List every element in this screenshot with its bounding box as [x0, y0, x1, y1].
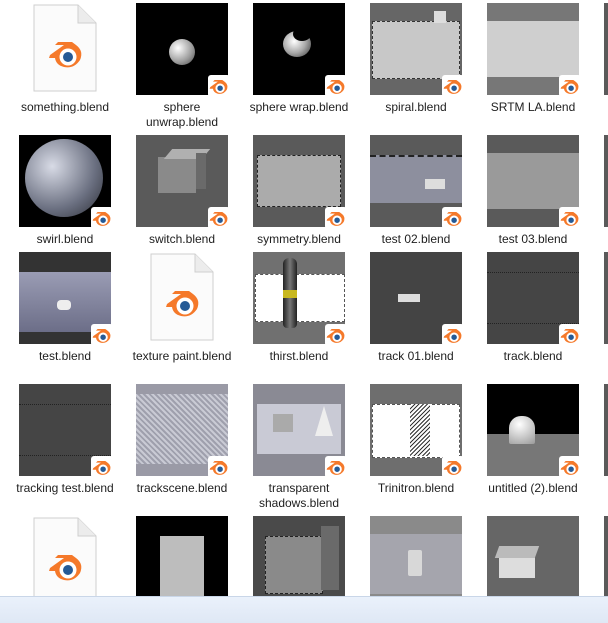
thumbnail[interactable]: [136, 3, 228, 95]
blender-badge-icon: [91, 324, 111, 344]
file-name: sphere unwrap.blend: [145, 100, 219, 129]
thumbnail[interactable]: [253, 384, 345, 476]
thumbnail[interactable]: [19, 135, 111, 227]
thumbnail-partial: [604, 252, 608, 344]
blender-logo-icon: [560, 328, 579, 343]
thumbnail[interactable]: [370, 3, 462, 95]
blender-logo-icon: [326, 211, 345, 226]
file-name: thirst.blend: [269, 349, 329, 363]
thumbnail-partial: [604, 516, 608, 608]
blender-logo-icon: [326, 460, 345, 475]
thumbnail-partial: [604, 135, 608, 227]
blender-badge-icon: [559, 324, 579, 344]
file-name: test 03.blend: [498, 232, 568, 246]
file-name: something.blend: [20, 100, 110, 114]
file-name: texture paint.blend: [132, 349, 232, 363]
thumbnail[interactable]: [370, 384, 462, 476]
blender-badge-icon: [325, 207, 345, 227]
blend-document-icon: [143, 252, 219, 344]
file-name: track 01.blend: [378, 349, 454, 363]
blender-badge-icon: [559, 75, 579, 95]
file-name: test.blend: [38, 349, 92, 363]
file-name: Trinitron.blend: [377, 481, 455, 495]
blender-badge-icon: [442, 207, 462, 227]
blender-badge-icon: [442, 75, 462, 95]
file-name: symmetry.blend: [257, 232, 341, 246]
blender-badge-icon: [208, 207, 228, 227]
thumbnail[interactable]: [136, 516, 228, 608]
blender-logo-icon: [560, 79, 579, 94]
file-name: test 02.blend: [381, 232, 451, 246]
blender-badge-icon: [208, 456, 228, 476]
thumbnail-partial: [604, 3, 608, 95]
thumbnail[interactable]: [370, 252, 462, 344]
blender-badge-icon: [442, 324, 462, 344]
blender-logo-icon: [443, 460, 462, 475]
thumbnail[interactable]: [253, 516, 345, 608]
blender-logo-icon: [49, 42, 82, 68]
file-name: switch.blend: [148, 232, 216, 246]
blend-document-icon: [26, 3, 102, 95]
thumbnail[interactable]: [253, 3, 345, 95]
blender-logo-icon: [326, 328, 345, 343]
blender-logo-icon: [166, 291, 199, 317]
blender-logo-icon: [92, 211, 111, 226]
thumbnail[interactable]: [19, 384, 111, 476]
blender-logo-icon: [560, 211, 579, 226]
blender-logo-icon: [443, 79, 462, 94]
file-name: track.blend: [503, 349, 563, 363]
blender-badge-icon: [325, 324, 345, 344]
thumbnail[interactable]: [253, 252, 345, 344]
thumbnail[interactable]: [487, 252, 579, 344]
blender-logo-icon: [443, 211, 462, 226]
blender-badge-icon: [208, 75, 228, 95]
blender-logo-icon: [326, 79, 345, 94]
blender-logo-icon: [92, 460, 111, 475]
file-name: tracking test.blend: [16, 481, 114, 495]
thumbnail[interactable]: [487, 3, 579, 95]
blender-badge-icon: [559, 207, 579, 227]
thumbnail[interactable]: [19, 252, 111, 344]
thumbnail[interactable]: [136, 135, 228, 227]
blender-logo-icon: [560, 460, 579, 475]
blend-document-icon: [26, 516, 102, 608]
blender-badge-icon: [325, 75, 345, 95]
thumbnail[interactable]: [370, 135, 462, 227]
blender-badge-icon: [442, 456, 462, 476]
file-name: transparent shadows.blend: [258, 481, 340, 510]
file-name: swirl.blend: [36, 232, 94, 246]
blender-logo-icon: [209, 460, 228, 475]
thumbnail-partial: [604, 384, 608, 476]
thumbnail[interactable]: [136, 384, 228, 476]
thumbnail[interactable]: [370, 516, 462, 608]
blender-logo-icon: [209, 211, 228, 226]
thumbnail[interactable]: [487, 516, 579, 608]
thumbnail[interactable]: [487, 384, 579, 476]
thumbnail[interactable]: [487, 135, 579, 227]
file-name: spiral.blend: [385, 100, 447, 114]
thumbnail[interactable]: [253, 135, 345, 227]
blender-logo-icon: [49, 555, 82, 581]
blender-logo-icon: [443, 328, 462, 343]
blender-badge-icon: [91, 207, 111, 227]
blender-logo-icon: [92, 328, 111, 343]
file-name: sphere wrap.blend: [249, 100, 349, 114]
status-bar: [0, 596, 608, 623]
blender-badge-icon: [91, 456, 111, 476]
blender-logo-icon: [209, 79, 228, 94]
blender-badge-icon: [559, 456, 579, 476]
file-name: trackscene.blend: [136, 481, 228, 495]
blender-badge-icon: [325, 456, 345, 476]
file-name: SRTM LA.blend: [490, 100, 576, 114]
file-name: untitled (2).blend: [488, 481, 578, 495]
